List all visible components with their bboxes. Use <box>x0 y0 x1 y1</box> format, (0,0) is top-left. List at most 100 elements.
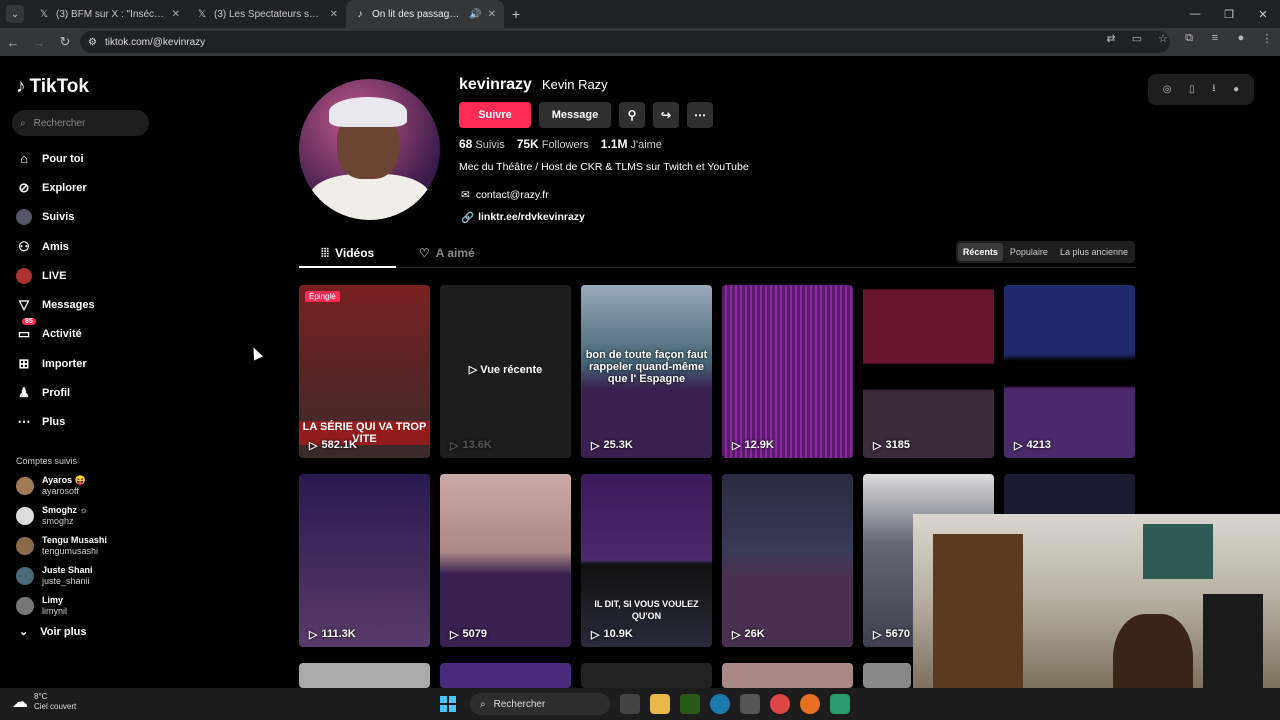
close-tab-icon[interactable]: ✕ <box>330 9 338 20</box>
video-card[interactable]: Épinglé LA SÉRIE QUI VA TROP VITE ▷ 582.1… <box>299 285 430 458</box>
video-card[interactable] <box>440 663 571 688</box>
message-button[interactable]: Message <box>539 102 611 128</box>
audio-icon[interactable]: 🔊 <box>469 9 481 20</box>
cast-icon[interactable]: ▭ <box>1130 32 1144 45</box>
sidebar-item-label: Importer <box>42 357 87 370</box>
sidebar-item-importer[interactable]: ⊞ Importer <box>16 349 95 378</box>
video-card[interactable]: ▷ 3185 <box>863 285 994 458</box>
sidebar-item-label: LIVE <box>42 269 67 282</box>
account-name: Limy <box>42 595 64 605</box>
video-card[interactable]: IL DIT, SI VOUS VOULEZ QU'ON ▷ 10.9K <box>581 474 712 647</box>
video-card[interactable] <box>863 663 911 688</box>
sidebar-item-profil[interactable]: ♟ Profil <box>16 378 95 407</box>
user-avatar-icon[interactable]: ● <box>1233 84 1239 95</box>
tab-liked[interactable]: ♡ A aimé <box>419 246 475 260</box>
video-card[interactable]: ▷ Vue récente ▷ 13.6K <box>440 285 571 458</box>
followed-account[interactable]: Juste Shani juste_shanii <box>16 565 156 587</box>
video-card[interactable]: bon de toute façon faut rappeler quand-m… <box>581 285 712 458</box>
followed-account[interactable]: Tengu Musashi tengumusashi <box>16 535 156 557</box>
task-view-icon[interactable] <box>620 694 640 714</box>
sidebar-item-plus[interactable]: ⋯ Plus <box>16 408 95 437</box>
tab-search-icon[interactable]: ⌄ <box>6 5 24 23</box>
close-tab-icon[interactable]: ✕ <box>488 9 496 20</box>
sidebar-item-explorer[interactable]: ⊘ Explorer <box>16 173 95 202</box>
profile-avatar-icon[interactable]: ● <box>1234 32 1248 45</box>
video-card[interactable]: ▷ 111.3K <box>299 474 430 647</box>
back-icon[interactable]: ← <box>0 35 26 50</box>
following-stat[interactable]: 68 Suivis <box>459 137 505 151</box>
browser-tab-1[interactable]: 𝕏 (3) BFM sur X : "Insécurité à Ma ✕ <box>30 0 188 28</box>
edge-icon[interactable] <box>710 694 730 714</box>
follow-button[interactable]: Suivre <box>459 102 531 128</box>
sidebar-item-suivis[interactable]: Suivis <box>16 203 95 232</box>
account-name: Tengu Musashi <box>42 535 107 545</box>
browser-tab-3[interactable]: ♪ On lit des passages du livre 🔊 ✕ <box>346 0 504 28</box>
view-count: ▷ 12.9K <box>732 439 774 452</box>
chrome-icon[interactable] <box>770 694 790 714</box>
sidebar-item-live[interactable]: LIVE <box>16 261 95 290</box>
firefox-icon[interactable] <box>800 694 820 714</box>
sidebar-item-label: Pour toi <box>42 152 84 165</box>
activity-badge: 85 <box>22 317 36 325</box>
followed-account[interactable]: Ayaros 😝 ayarosoff <box>16 475 156 497</box>
menu-icon[interactable]: ⋮ <box>1260 32 1274 45</box>
add-friend-icon[interactable]: ⚲ <box>619 102 645 128</box>
followers-stat[interactable]: 75K Followers <box>517 137 589 151</box>
sidebar-item-amis[interactable]: ⚇ Amis <box>16 232 95 261</box>
tab-videos[interactable]: ⦙⦙⦙ Vidéos <box>321 246 374 261</box>
logo-text: TikTok <box>29 76 89 97</box>
media-icon[interactable]: ≡ <box>1208 32 1222 45</box>
forward-icon[interactable]: → <box>26 35 52 50</box>
weather-widget[interactable]: ☁ 8°C Ciel couvert <box>12 692 76 712</box>
share-icon[interactable]: ↪ <box>653 102 679 128</box>
view-count-value: 12.9K <box>744 439 774 451</box>
tiktok-logo[interactable]: ♪ TikTok <box>16 76 89 98</box>
video-card[interactable]: ▷ 4213 <box>1004 285 1135 458</box>
taskbar-search[interactable]: ⌕ Rechercher <box>470 693 610 715</box>
url-field[interactable]: ⚙ tiktok.com/@kevinrazy <box>80 31 1170 53</box>
sidebar-item-messages[interactable]: ▽ Messages <box>16 290 95 319</box>
view-count: ▷ 10.9K <box>591 628 633 641</box>
home-icon: ⌂ <box>20 151 28 167</box>
file-explorer-icon[interactable] <box>650 694 670 714</box>
video-card[interactable]: ▷ 26K <box>722 474 853 647</box>
sort-oldest[interactable]: La plus ancienne <box>1055 243 1133 261</box>
close-tab-icon[interactable]: ✕ <box>172 9 180 20</box>
nvidia-icon[interactable] <box>680 694 700 714</box>
video-card[interactable] <box>299 663 430 688</box>
video-card[interactable] <box>581 663 712 688</box>
video-card[interactable] <box>722 663 853 688</box>
download-icon[interactable]: ⭳ <box>1212 81 1216 98</box>
coins-icon[interactable]: ◎ <box>1163 84 1172 95</box>
reload-icon[interactable]: ↻ <box>52 34 78 50</box>
device-icon[interactable]: ▯ <box>1189 84 1195 95</box>
more-options-icon[interactable]: ⋯ <box>687 102 713 128</box>
site-info-icon[interactable]: ⚙ <box>88 37 97 48</box>
followed-account[interactable]: Smoghz ☼ smoghz <box>16 505 156 527</box>
bookmark-star-icon[interactable]: ☆ <box>1156 32 1170 45</box>
browser-tab-2[interactable]: 𝕏 (3) Les Spectateurs sur X : "🔴 ✕ <box>188 0 346 28</box>
sidebar-item-activite[interactable]: ▭ 85 Activité <box>16 317 95 349</box>
minimize-icon[interactable]: — <box>1178 0 1212 28</box>
sidebar-item-pour-toi[interactable]: ⌂ Pour toi <box>16 144 95 173</box>
profile-link[interactable]: 🔗 linktr.ee/rdvkevinrazy <box>461 211 585 224</box>
start-button[interactable] <box>440 696 456 712</box>
video-card[interactable]: ▷ 5079 <box>440 474 571 647</box>
sort-popular[interactable]: Populaire <box>1005 243 1053 261</box>
new-tab-button[interactable]: + <box>504 2 528 26</box>
see-more-button[interactable]: ⌄ Voir plus <box>16 625 156 639</box>
followed-account[interactable]: Limy limynil <box>16 595 156 617</box>
store-icon[interactable] <box>740 694 760 714</box>
video-card[interactable]: ▷ 12.9K <box>722 285 853 458</box>
view-count: ▷ 5670 <box>873 628 910 641</box>
search-input[interactable]: ⌕ Rechercher <box>12 110 149 136</box>
profile-icon: ♟ <box>18 385 30 401</box>
taskbar-apps <box>620 694 850 714</box>
sort-recent[interactable]: Récents <box>957 243 1003 261</box>
restore-icon[interactable]: ❐ <box>1212 0 1246 28</box>
extensions-icon[interactable]: ⧉ <box>1182 32 1196 45</box>
app-icon[interactable] <box>830 694 850 714</box>
video-overlay-text: IL DIT, SI VOUS VOULEZ QU'ON <box>594 599 699 621</box>
translate-icon[interactable]: ⇄ <box>1104 32 1118 45</box>
close-window-icon[interactable]: ✕ <box>1246 0 1280 28</box>
